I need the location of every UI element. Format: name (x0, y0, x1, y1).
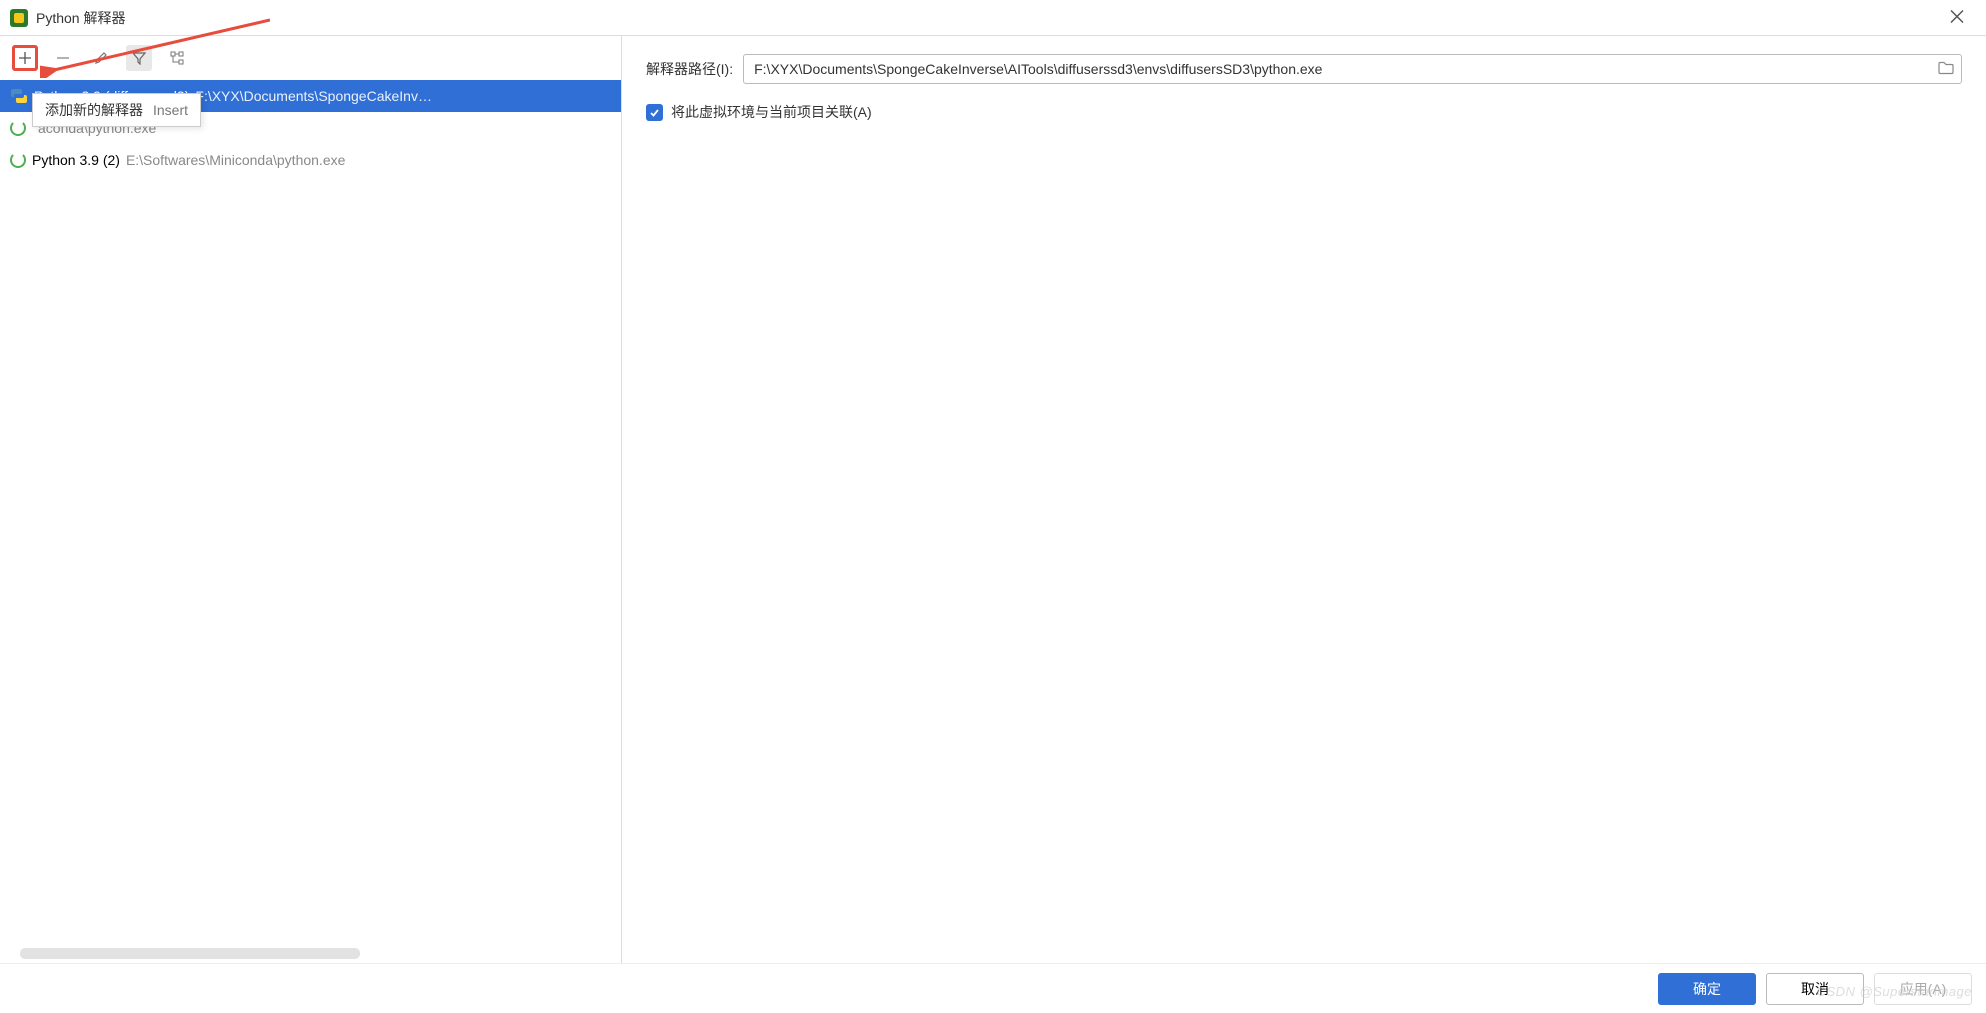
associate-checkbox-row: 将此虚拟环境与当前项目关联(A) (646, 102, 1962, 122)
dialog-button-bar: 确定 取消 应用(A) (0, 963, 1986, 1013)
filter-icon (132, 51, 146, 65)
app-icon (10, 9, 28, 27)
add-interpreter-button[interactable] (12, 45, 38, 71)
interpreter-path: E:\Softwares\Miniconda\python.exe (126, 152, 345, 168)
check-icon (649, 107, 660, 118)
ok-button[interactable]: 确定 (1658, 973, 1756, 1005)
python-icon (10, 87, 28, 105)
filter-button[interactable] (126, 45, 152, 71)
title-bar: Python 解释器 (0, 0, 1986, 36)
path-label: 解释器路径(I): (646, 59, 733, 79)
edit-interpreter-button[interactable] (88, 45, 114, 71)
loading-icon (10, 152, 26, 168)
window-title: Python 解释器 (36, 8, 125, 28)
cancel-button[interactable]: 取消 (1766, 973, 1864, 1005)
interpreter-name: Python 3.9 (2) (32, 152, 120, 168)
horizontal-scrollbar[interactable] (20, 948, 360, 959)
close-button[interactable] (1940, 3, 1974, 32)
interpreter-path-input[interactable] (743, 54, 1962, 84)
remove-interpreter-button[interactable] (50, 45, 76, 71)
loading-icon (10, 120, 26, 136)
interpreter-list-pane: Python 3.9 (diffuserssd3) F:\XYX\Documen… (0, 36, 622, 963)
path-row: 解释器路径(I): (646, 54, 1962, 84)
plus-icon (18, 51, 32, 65)
minus-icon (56, 51, 70, 65)
tooltip-shortcut: Insert (153, 102, 188, 118)
interpreter-item[interactable]: Python 3.9 (2) E:\Softwares\Miniconda\py… (0, 144, 621, 176)
browse-button[interactable] (1938, 61, 1954, 78)
interpreter-path: F:\XYX\Documents\SpongeCakeInv… (195, 88, 432, 104)
folder-icon (1938, 61, 1954, 75)
content-area: Python 3.9 (diffuserssd3) F:\XYX\Documen… (0, 36, 1986, 963)
list-toolbar (0, 36, 621, 80)
path-input-wrapper (743, 54, 1962, 84)
tree-icon (170, 51, 184, 65)
close-icon (1950, 9, 1964, 23)
interpreter-list[interactable]: Python 3.9 (diffuserssd3) F:\XYX\Documen… (0, 80, 621, 963)
associate-checkbox[interactable] (646, 104, 663, 121)
add-interpreter-tooltip: 添加新的解释器 Insert (32, 93, 201, 127)
apply-button[interactable]: 应用(A) (1874, 973, 1972, 1005)
pencil-icon (94, 51, 108, 65)
tree-view-button[interactable] (164, 45, 190, 71)
tooltip-text: 添加新的解释器 (45, 100, 143, 120)
associate-checkbox-label: 将此虚拟环境与当前项目关联(A) (671, 102, 872, 122)
interpreter-details-pane: 解释器路径(I): 将此虚拟环境与当前项目关联(A) (622, 36, 1986, 963)
